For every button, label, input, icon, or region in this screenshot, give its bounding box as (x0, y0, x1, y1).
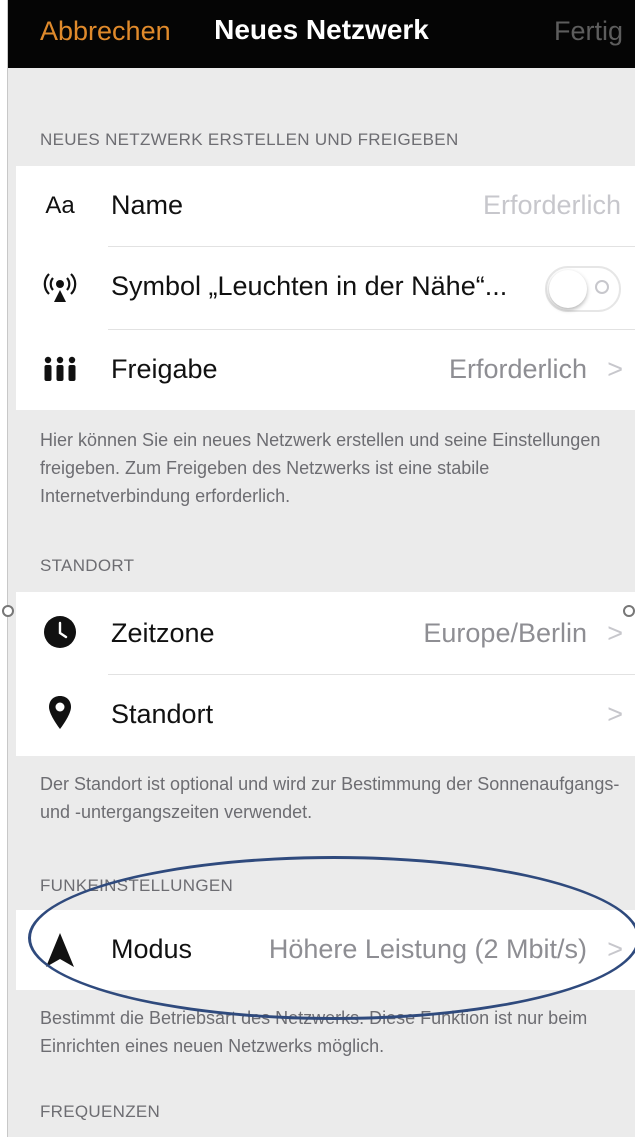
sharing-label: Freigabe (111, 354, 218, 384)
section-header-frequencies: FREQUENZEN (40, 1102, 161, 1121)
chevron-right-icon: > (607, 354, 623, 384)
mode-row[interactable]: Modus Höhere Leistung (2 Mbit/s) > (16, 910, 635, 990)
location-row[interactable]: Standort > (16, 675, 635, 756)
section-header-create: NEUES NETZWERK ERSTELLEN UND FREIGEBEN (40, 130, 459, 149)
location-pin-icon (38, 691, 82, 735)
toggle-off-indicator (595, 280, 609, 294)
navigation-bar: Abbrechen Neues Netzwerk Fertig (8, 0, 635, 68)
beacon-icon (38, 265, 82, 309)
section-header-location: STANDORT (40, 556, 135, 575)
mode-label: Modus (111, 934, 193, 964)
done-button[interactable]: Fertig (554, 16, 623, 47)
sharing-value: Erforderlich (448, 354, 587, 384)
timezone-row[interactable]: Zeitzone Europe/Berlin > (16, 592, 635, 674)
beacon-symbol-label: Symbol „Leuchten in der Nähe“... (111, 271, 508, 301)
location-footer: Der Standort ist optional und wird zur B… (40, 774, 620, 822)
navigation-arrow-icon (38, 928, 82, 972)
location-label: Standort (111, 699, 214, 729)
clock-icon (38, 610, 82, 654)
sharing-row[interactable]: Freigabe Erforderlich > (16, 330, 635, 410)
timezone-label: Zeitzone (111, 618, 215, 648)
beacon-symbol-row: Symbol „Leuchten in der Nähe“... (16, 247, 635, 329)
screen: Abbrechen Neues Netzwerk Fertig NEUES NE… (8, 0, 635, 1137)
section-header-radio: FUNKEINSTELLUNGEN (40, 876, 234, 895)
radio-settings-group: Modus Höhere Leistung (2 Mbit/s) > (16, 910, 635, 990)
beacon-toggle[interactable] (545, 266, 621, 312)
toggle-knob (549, 270, 587, 308)
resize-handle-left (2, 605, 14, 617)
name-input-placeholder[interactable]: Erforderlich (483, 190, 621, 221)
mode-value: Höhere Leistung (2 Mbit/s) (268, 934, 587, 964)
page-title: Neues Netzwerk (214, 14, 429, 45)
text-icon: Aa (45, 192, 75, 219)
resize-handle-right (623, 605, 635, 617)
create-network-group: Aa Name Erforderlich Symbol „Leuchten in… (16, 166, 635, 410)
chevron-right-icon: > (607, 699, 623, 729)
name-row[interactable]: Aa Name Erforderlich (16, 166, 635, 246)
chevron-right-icon: > (607, 618, 623, 648)
timezone-value: Europe/Berlin (423, 618, 587, 648)
create-network-footer: Hier können Sie ein neues Netzwerk erste… (40, 430, 601, 506)
radio-settings-footer: Bestimmt die Betriebsart des Netzwerks. … (40, 1008, 588, 1056)
name-label: Name (111, 190, 184, 220)
people-icon (38, 348, 82, 392)
location-group: Zeitzone Europe/Berlin > Standort > (16, 592, 635, 756)
chevron-right-icon: > (607, 934, 623, 964)
